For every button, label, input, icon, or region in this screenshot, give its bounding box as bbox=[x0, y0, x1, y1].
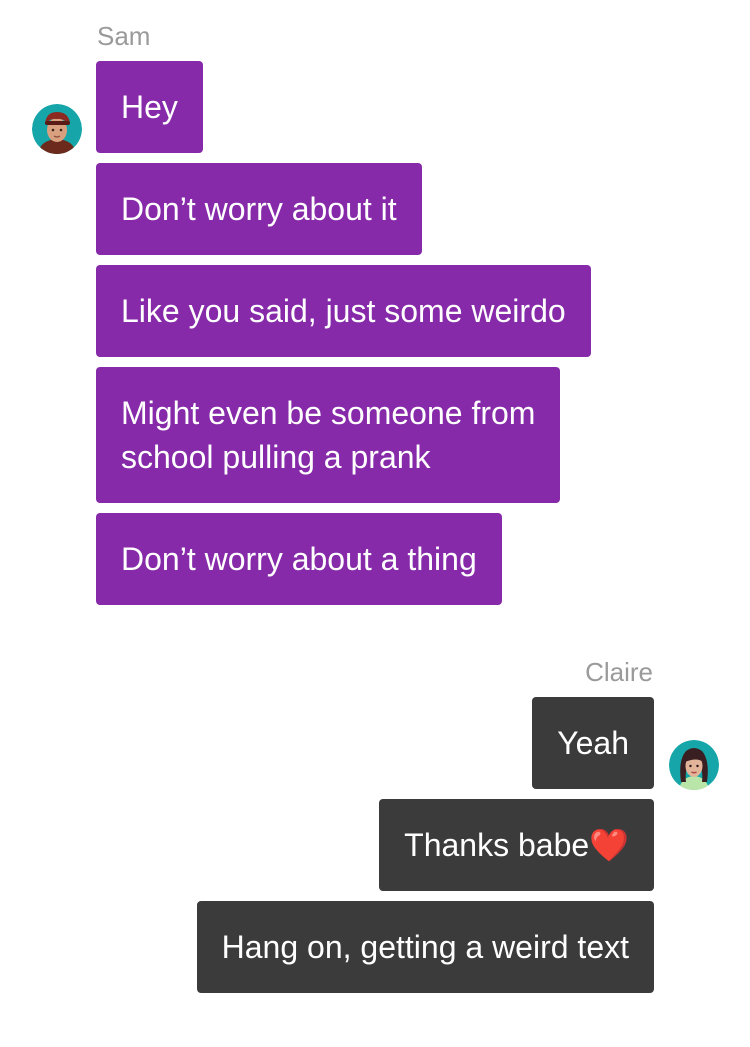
sender-name-sam: Sam bbox=[97, 21, 151, 51]
sender-name-claire: Claire bbox=[585, 657, 653, 687]
male-avatar-icon[interactable] bbox=[32, 104, 82, 154]
message-bubble-sam[interactable]: Might even be someone from school pullin… bbox=[96, 367, 561, 503]
message-bubble-sam[interactable]: Like you said, just some weirdo bbox=[96, 265, 591, 357]
message-bubble-claire[interactable]: Yeah bbox=[532, 697, 654, 789]
message-bubble-sam[interactable]: Hey bbox=[96, 61, 203, 153]
female-avatar-icon[interactable] bbox=[669, 740, 719, 790]
message-bubble-claire[interactable]: Thanks babe❤️ bbox=[379, 799, 654, 891]
message-bubble-claire[interactable]: Hang on, getting a weird text bbox=[196, 901, 654, 993]
message-bubble-sam[interactable]: Don’t worry about a thing bbox=[96, 513, 502, 605]
message-bubble-sam[interactable]: Don’t worry about it bbox=[96, 163, 422, 255]
